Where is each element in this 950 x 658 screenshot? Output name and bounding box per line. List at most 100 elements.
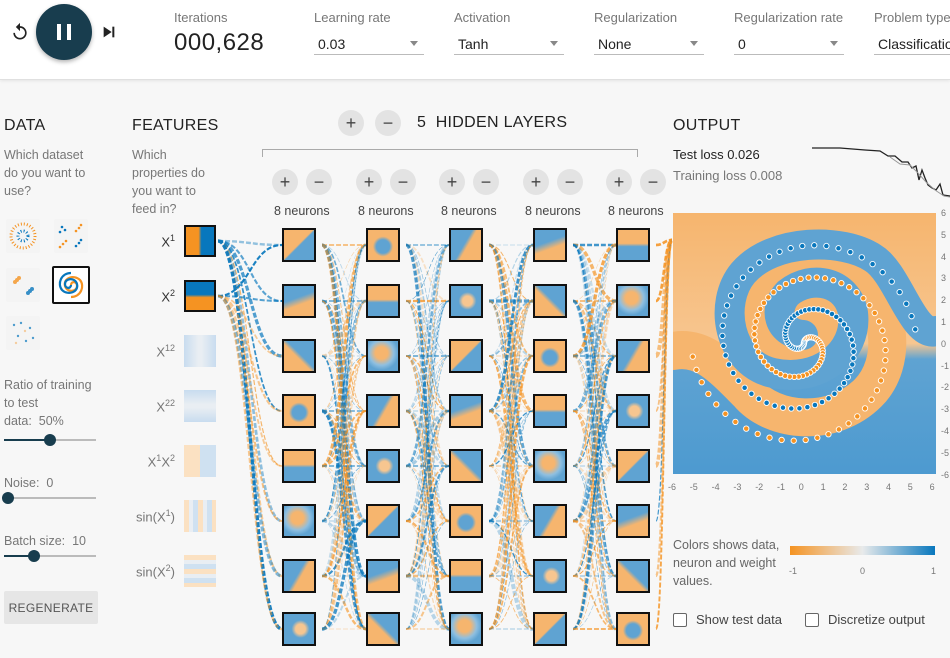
add-neuron-button-layer-5[interactable]: + <box>606 169 632 195</box>
dataset-random-thumbnail[interactable] <box>6 316 40 350</box>
data-point-orange <box>846 284 853 291</box>
x-axis-tick: 4 <box>886 482 892 492</box>
neuron-l4-n6[interactable] <box>533 504 567 538</box>
neuron-l1-n7[interactable] <box>282 559 316 593</box>
discretize-output-checkbox[interactable]: Discretize output <box>805 612 925 627</box>
neuron-l2-n2[interactable] <box>366 284 400 318</box>
x-axis-tick: 1 <box>820 482 826 492</box>
neuron-l1-n2[interactable] <box>282 284 316 318</box>
neuron-l2-n5[interactable] <box>366 449 400 483</box>
checkbox-icon[interactable] <box>805 612 819 627</box>
legend-tick-max: 1 <box>931 566 937 576</box>
neuron-l5-n3[interactable] <box>616 339 650 373</box>
neuron-l2-n7[interactable] <box>366 559 400 593</box>
neuron-l3-n5[interactable] <box>449 449 483 483</box>
neuron-l2-n6[interactable] <box>366 504 400 538</box>
neuron-l4-n3[interactable] <box>533 339 567 373</box>
data-point-orange <box>881 337 888 344</box>
data-point-blue <box>799 242 806 250</box>
neuron-l5-n8[interactable] <box>616 612 650 646</box>
neuron-l1-n6[interactable] <box>282 504 316 538</box>
feature-node-6[interactable] <box>184 500 216 532</box>
neuron-l4-n2[interactable] <box>533 284 567 318</box>
weight-link[interactable] <box>488 520 534 630</box>
dataset-circle-thumbnail[interactable] <box>6 219 40 253</box>
neuron-l3-n1[interactable] <box>449 228 483 262</box>
feature-node-3[interactable] <box>184 335 216 367</box>
data-point-blue <box>888 278 895 285</box>
data-point-blue <box>788 405 795 412</box>
weight-link[interactable] <box>405 355 450 630</box>
neuron-l1-n4[interactable] <box>282 394 316 428</box>
neuron-l4-n8[interactable] <box>533 612 567 646</box>
neuron-l4-n7[interactable] <box>533 559 567 593</box>
neuron-l5-n7[interactable] <box>616 559 650 593</box>
weight-link[interactable] <box>217 294 283 631</box>
add-neuron-button-layer-4[interactable]: + <box>523 169 549 195</box>
weight-link[interactable] <box>405 244 450 522</box>
batch-slider-knob[interactable] <box>28 550 40 562</box>
neuron-l3-n2[interactable] <box>449 284 483 318</box>
checkbox-icon[interactable] <box>673 612 687 627</box>
show-test-data-checkbox[interactable]: Show test data <box>673 612 782 627</box>
data-point-blue <box>725 361 733 368</box>
neuron-l2-n8[interactable] <box>366 612 400 646</box>
feature-node-5[interactable] <box>184 445 216 477</box>
data-point-blue <box>756 259 763 266</box>
neuron-l3-n6[interactable] <box>449 504 483 538</box>
neuron-l2-n4[interactable] <box>366 394 400 428</box>
remove-neuron-button-layer-5[interactable]: − <box>640 169 666 195</box>
neuron-l4-n5[interactable] <box>533 449 567 483</box>
weight-link[interactable] <box>572 244 617 522</box>
neuron-l3-n3[interactable] <box>449 339 483 373</box>
dataset-gaussian-thumbnail[interactable] <box>6 268 40 302</box>
remove-layer-button[interactable]: − <box>375 110 401 136</box>
bias-marker-icon <box>481 463 483 473</box>
feature-node-2[interactable] <box>184 280 216 312</box>
remove-neuron-button-layer-3[interactable]: − <box>473 169 499 195</box>
neuron-l2-n1[interactable] <box>366 228 400 262</box>
weight-link[interactable] <box>488 244 534 522</box>
add-neuron-button-layer-1[interactable]: + <box>272 169 298 195</box>
neuron-l2-n3[interactable] <box>366 339 400 373</box>
weight-link[interactable] <box>488 354 534 631</box>
noise-slider-knob[interactable] <box>2 492 14 504</box>
add-neuron-button-layer-2[interactable]: + <box>356 169 382 195</box>
feature-node-7[interactable] <box>184 555 216 587</box>
data-point-blue <box>903 300 910 307</box>
data-point-orange <box>760 299 768 307</box>
remove-neuron-button-layer-2[interactable]: − <box>390 169 416 195</box>
noise-slider[interactable] <box>2 492 96 504</box>
bias-marker-icon <box>314 573 316 583</box>
neuron-l1-n3[interactable] <box>282 339 316 373</box>
ratio-slider[interactable] <box>4 434 96 446</box>
feature-node-4[interactable] <box>184 390 216 422</box>
neuron-l5-n2[interactable] <box>616 284 650 318</box>
regenerate-button[interactable]: REGENERATE <box>4 591 98 624</box>
neuron-l3-n7[interactable] <box>449 559 483 593</box>
neuron-l1-n5[interactable] <box>282 449 316 483</box>
neuron-l5-n5[interactable] <box>616 449 650 483</box>
remove-neuron-button-layer-4[interactable]: − <box>557 169 583 195</box>
dataset-xor-thumbnail[interactable] <box>54 219 88 253</box>
ratio-slider-knob[interactable] <box>44 434 56 446</box>
neuron-l5-n4[interactable] <box>616 394 650 428</box>
batch-slider[interactable] <box>4 550 96 562</box>
neuron-l3-n4[interactable] <box>449 394 483 428</box>
dataset-spiral-thumbnail[interactable] <box>52 266 90 304</box>
neuron-l4-n1[interactable] <box>533 228 567 262</box>
neuron-l3-n8[interactable] <box>449 612 483 646</box>
neuron-l1-n8[interactable] <box>282 612 316 646</box>
neuron-l4-n4[interactable] <box>533 394 567 428</box>
data-point-orange <box>753 343 760 350</box>
neuron-l5-n1[interactable] <box>616 228 650 262</box>
data-point-orange <box>698 379 705 386</box>
remove-neuron-button-layer-1[interactable]: − <box>306 169 332 195</box>
neuron-l1-n1[interactable] <box>282 228 316 262</box>
feature-node-1[interactable] <box>184 225 216 257</box>
weight-link[interactable] <box>217 295 283 522</box>
neuron-l5-n6[interactable] <box>616 504 650 538</box>
add-neuron-button-layer-3[interactable]: + <box>439 169 465 195</box>
add-layer-button[interactable]: + <box>338 110 364 136</box>
weight-link[interactable] <box>572 354 617 631</box>
